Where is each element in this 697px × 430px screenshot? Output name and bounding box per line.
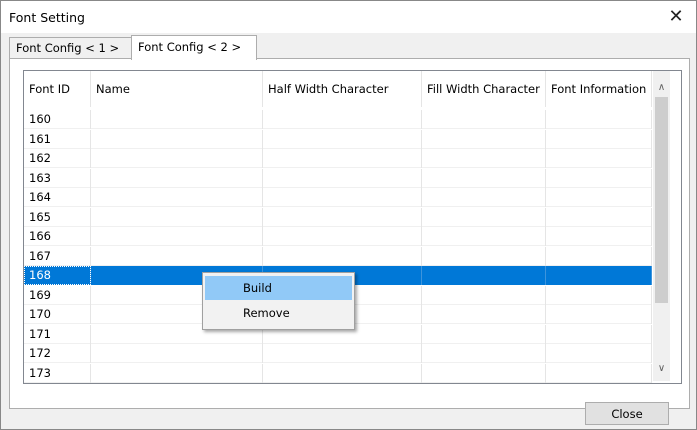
table-cell <box>263 110 422 129</box>
table-row[interactable]: 172 <box>24 344 652 363</box>
table-cell <box>422 266 546 285</box>
table-cell <box>422 188 546 207</box>
table-cell <box>91 149 263 168</box>
cell-font-id: 161 <box>24 129 91 149</box>
font-setting-dialog: Font Setting ✕ Font Config < 1 > Font Co… <box>0 0 697 430</box>
table-cell <box>263 207 422 227</box>
table-cell <box>263 129 422 149</box>
table-cell <box>422 168 546 188</box>
cell-font-id: 168 <box>24 266 91 285</box>
table-cell <box>91 227 263 246</box>
column-header-font-information[interactable]: Font Information <box>546 71 652 107</box>
table-cell <box>546 344 652 363</box>
column-header-font-id[interactable]: Font ID <box>24 71 91 107</box>
title-bar: Font Setting ✕ <box>1 1 696 33</box>
scroll-down-icon[interactable]: ∨ <box>653 360 670 377</box>
table-cell <box>422 305 546 324</box>
cell-font-id: 165 <box>24 207 91 227</box>
scroll-up-icon[interactable]: ∧ <box>653 79 670 96</box>
table-cell <box>91 344 263 363</box>
table-cell <box>546 285 652 305</box>
menu-item-remove[interactable]: Remove <box>205 301 352 325</box>
table-row[interactable]: 166 <box>24 227 652 246</box>
context-menu: Build Remove <box>202 272 355 330</box>
cell-font-id: 172 <box>24 344 91 363</box>
table-row[interactable]: 161 <box>24 129 652 149</box>
cell-font-id: 169 <box>24 285 91 305</box>
table-cell <box>263 344 422 363</box>
menu-item-build[interactable]: Build <box>205 276 352 300</box>
font-table[interactable]: Font ID Name Half Width Character Fill W… <box>23 70 682 384</box>
cell-font-id: 167 <box>24 246 91 266</box>
window-title: Font Setting <box>9 10 85 25</box>
cell-font-id: 173 <box>24 363 91 383</box>
table-cell <box>422 324 546 344</box>
table-header: Font ID Name Half Width Character Fill W… <box>24 71 652 107</box>
table-cell <box>422 129 546 149</box>
table-cell <box>422 285 546 305</box>
cell-font-id: 170 <box>24 305 91 324</box>
table-row[interactable]: 162 <box>24 149 652 168</box>
table-cell <box>91 207 263 227</box>
cell-font-id: 160 <box>24 110 91 129</box>
table-cell <box>263 227 422 246</box>
table-cell <box>546 363 652 383</box>
close-button[interactable]: Close <box>585 402 669 425</box>
table-cell <box>91 129 263 149</box>
table-cell <box>91 188 263 207</box>
table-row[interactable]: 163 <box>24 168 652 188</box>
column-header-fill-width[interactable]: Fill Width Character <box>422 71 546 107</box>
table-cell <box>263 188 422 207</box>
cell-font-id: 163 <box>24 168 91 188</box>
table-cell <box>422 344 546 363</box>
cell-font-id: 164 <box>24 188 91 207</box>
cell-font-id: 162 <box>24 149 91 168</box>
table-cell <box>91 246 263 266</box>
table-cell <box>422 246 546 266</box>
table-cell <box>263 168 422 188</box>
close-icon[interactable]: ✕ <box>661 3 691 31</box>
table-cell <box>546 110 652 129</box>
table-cell <box>263 246 422 266</box>
table-cell <box>422 207 546 227</box>
table-cell <box>263 149 422 168</box>
table-cell <box>422 110 546 129</box>
tab-font-config-2[interactable]: Font Config < 2 > <box>131 35 257 60</box>
scroll-thumb[interactable] <box>655 97 668 303</box>
table-cell <box>546 266 652 285</box>
table-row[interactable]: 160 <box>24 110 652 129</box>
table-row[interactable]: 165 <box>24 207 652 227</box>
table-cell <box>263 363 422 383</box>
table-cell <box>546 305 652 324</box>
table-cell <box>422 227 546 246</box>
table-cell <box>546 129 652 149</box>
table-cell <box>546 168 652 188</box>
table-cell <box>546 246 652 266</box>
table-cell <box>91 168 263 188</box>
table-cell <box>546 188 652 207</box>
table-cell <box>422 363 546 383</box>
vertical-scrollbar[interactable]: ∧ ∨ <box>653 71 670 381</box>
table-row[interactable]: 173 <box>24 363 652 383</box>
table-cell <box>546 149 652 168</box>
table-cell <box>546 207 652 227</box>
column-header-half-width[interactable]: Half Width Character <box>263 71 422 107</box>
table-row[interactable]: 164 <box>24 188 652 207</box>
cell-font-id: 166 <box>24 227 91 246</box>
table-cell <box>546 324 652 344</box>
table-cell <box>546 227 652 246</box>
table-row[interactable]: 167 <box>24 246 652 266</box>
tab-font-config-1[interactable]: Font Config < 1 > <box>9 37 133 59</box>
cell-font-id: 171 <box>24 324 91 344</box>
table-cell <box>422 149 546 168</box>
column-header-name[interactable]: Name <box>91 71 263 107</box>
table-cell <box>91 110 263 129</box>
table-cell <box>91 363 263 383</box>
